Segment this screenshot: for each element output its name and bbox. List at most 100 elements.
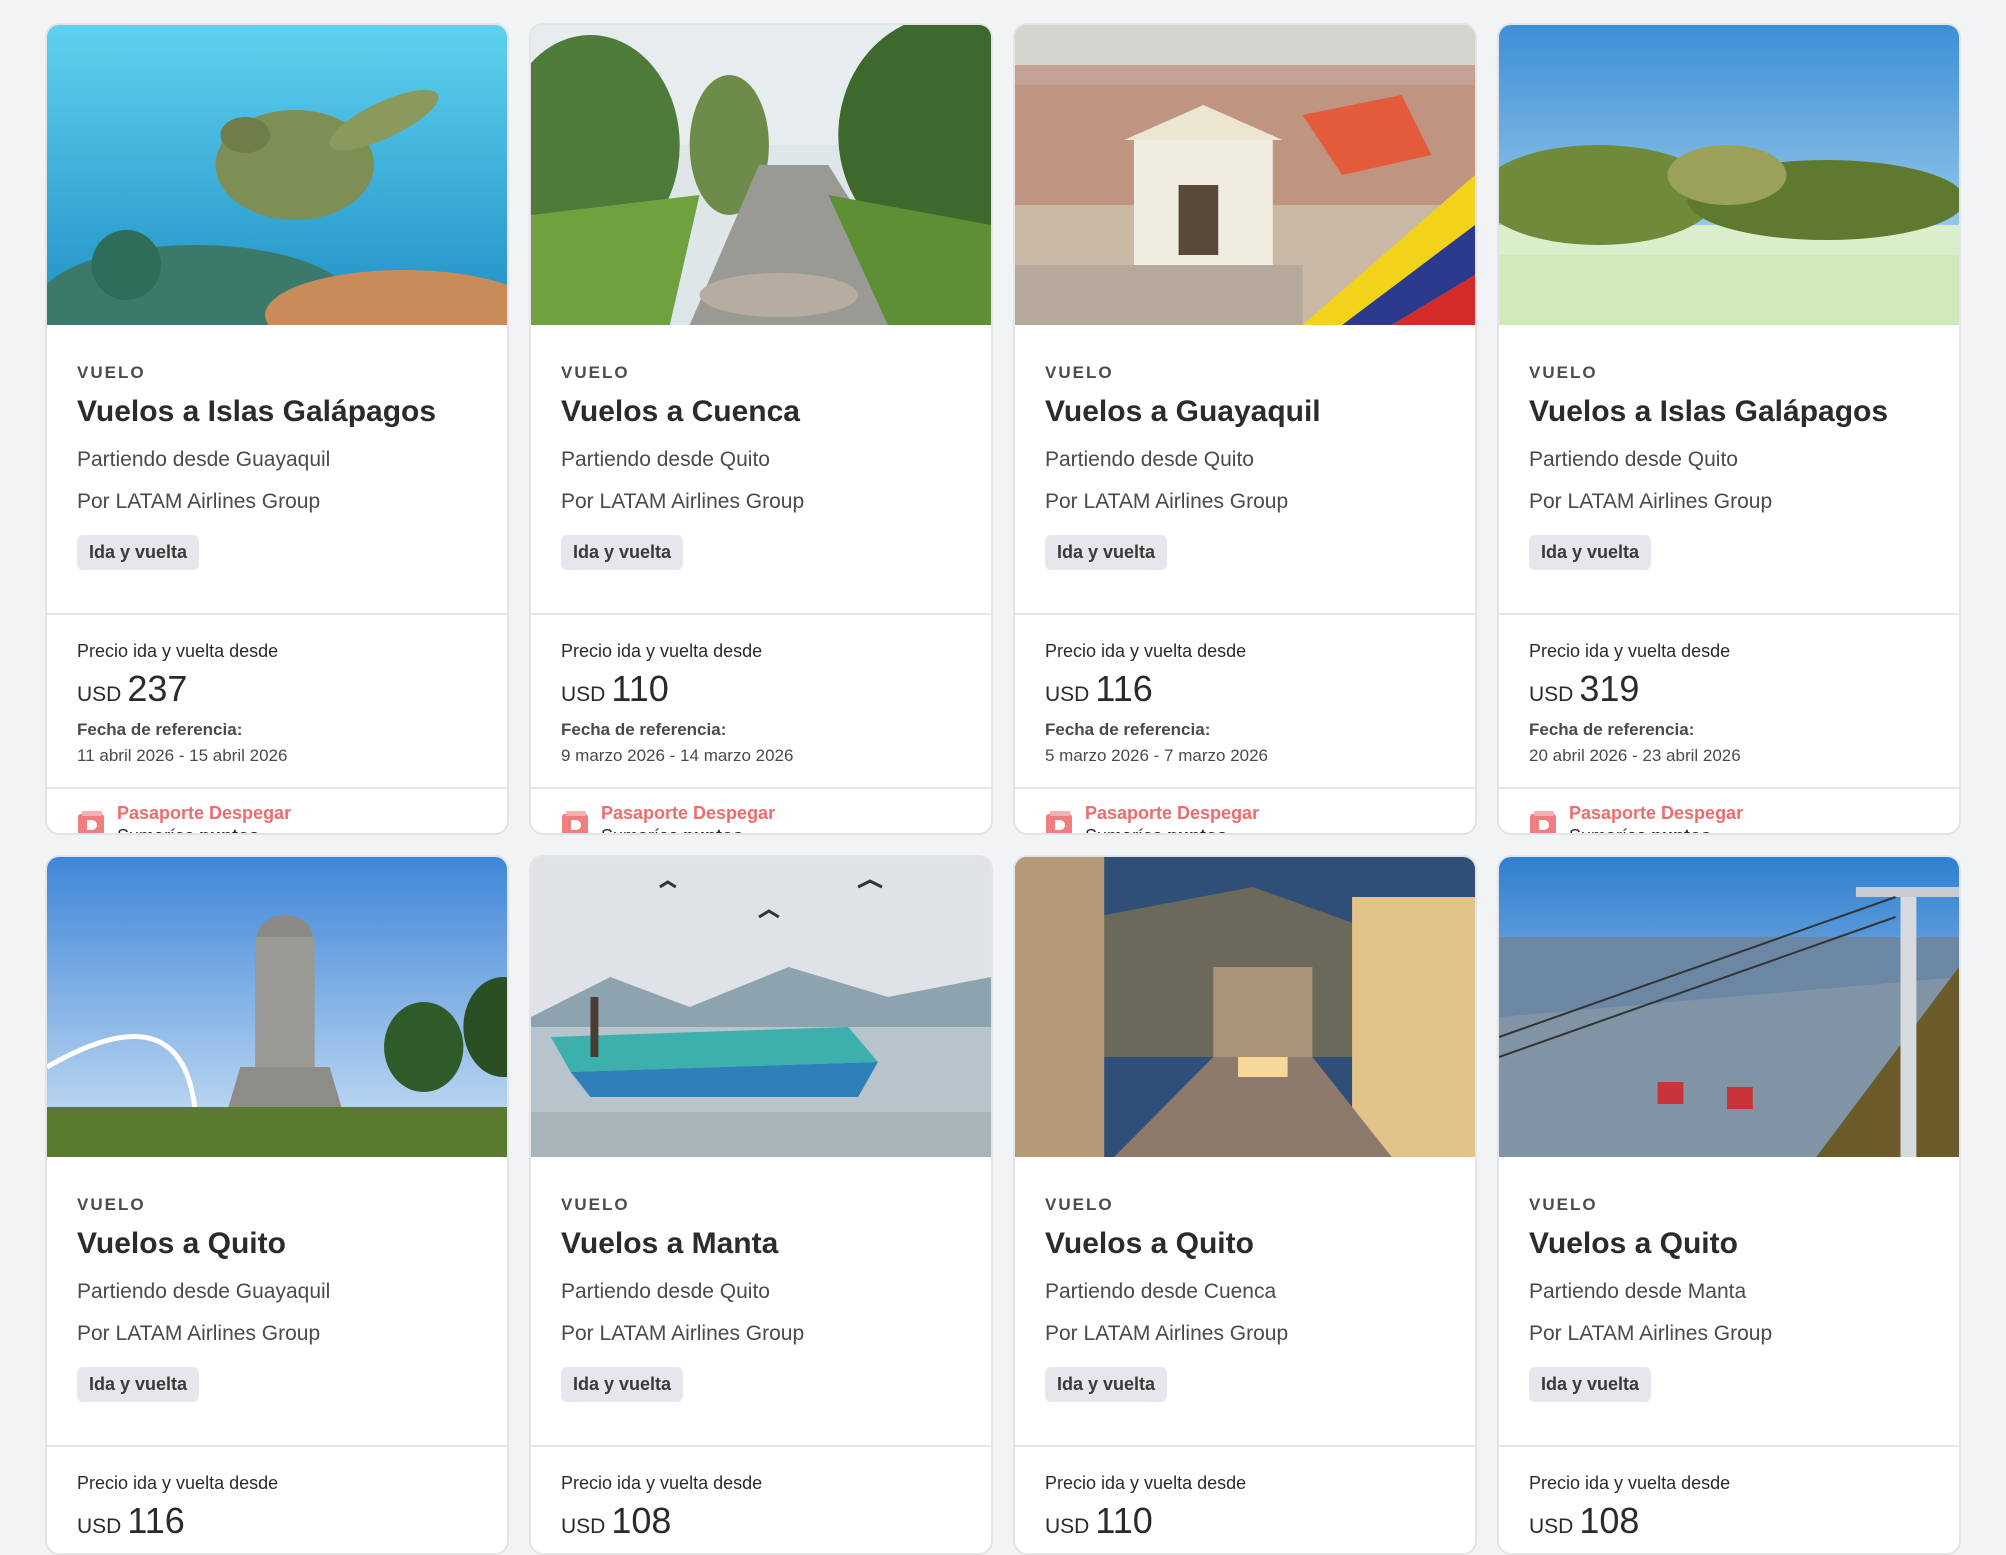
card-title[interactable]: Vuelos a Quito xyxy=(77,1225,477,1263)
trip-type-badge: Ida y vuelta xyxy=(561,1367,684,1402)
airline-text: Por LATAM Airlines Group xyxy=(1045,1322,1289,1345)
passport-title: Pasaporte Despegar xyxy=(117,803,292,823)
reference-dates: 20 abril 2026 - 23 abril 2026 xyxy=(1529,746,1741,765)
price-label: Precio ida y vuelta desde xyxy=(77,1473,279,1493)
trip-type-badge: Ida y vuelta xyxy=(1045,535,1168,570)
passport-points: Pasaporte Despegar Sumarías puntos xyxy=(47,789,507,833)
card-title[interactable]: Vuelos a Quito xyxy=(1529,1225,1929,1263)
price-value: 110 xyxy=(1095,1500,1153,1541)
reference-dates: 5 marzo 2026 - 7 marzo 2026 xyxy=(1045,746,1269,765)
flight-card[interactable]: VUELO Vuelos a Quito Partiendo desde Cue… xyxy=(1013,855,1477,1555)
passport-title: Pasaporte Despegar xyxy=(1085,803,1260,823)
passport-sub-bold: puntos xyxy=(1167,826,1227,833)
card-title[interactable]: Vuelos a Islas Galápagos xyxy=(77,393,477,431)
price-value: 108 xyxy=(611,1500,672,1541)
passport-sub: Sumarías xyxy=(1569,826,1646,833)
trip-type-badge: Ida y vuelta xyxy=(1529,535,1652,570)
passport-points: Pasaporte Despegar Sumarías puntos xyxy=(531,789,991,833)
origin-text: Partiendo desde Cuenca xyxy=(1045,1280,1277,1303)
flight-offers-grid: VUELO Vuelos a Islas Galápagos Partiendo… xyxy=(45,23,1961,1555)
price-value: 108 xyxy=(1579,1500,1640,1541)
destination-photo xyxy=(1015,25,1475,325)
flight-card[interactable]: VUELO Vuelos a Guayaquil Partiendo desde… xyxy=(1013,23,1477,835)
price-label: Precio ida y vuelta desde xyxy=(1529,1473,1731,1493)
origin-text: Partiendo desde Guayaquil xyxy=(77,1280,331,1303)
card-title[interactable]: Vuelos a Islas Galápagos xyxy=(1529,393,1929,431)
reference-dates: 11 abril 2026 - 15 abril 2026 xyxy=(77,746,288,765)
card-title[interactable]: Vuelos a Quito xyxy=(1045,1225,1445,1263)
price-label: Precio ida y vuelta desde xyxy=(1045,1473,1247,1493)
airline-text: Por LATAM Airlines Group xyxy=(77,1322,321,1345)
origin-text: Partiendo desde Quito xyxy=(561,1280,770,1303)
reference-dates: 9 marzo 2026 - 14 marzo 2026 xyxy=(561,746,794,765)
trip-type-badge: Ida y vuelta xyxy=(77,535,200,570)
card-title[interactable]: Vuelos a Manta xyxy=(561,1225,961,1263)
reference-date-label: Fecha de referencia: xyxy=(1529,720,1695,739)
origin-text: Partiendo desde Quito xyxy=(561,448,770,471)
trip-type-badge: Ida y vuelta xyxy=(77,1367,200,1402)
card-title[interactable]: Vuelos a Cuenca xyxy=(561,393,961,431)
price-label: Precio ida y vuelta desde xyxy=(561,641,763,661)
flight-card[interactable]: VUELO Vuelos a Quito Partiendo desde Man… xyxy=(1497,855,1961,1555)
passport-sub-bold: puntos xyxy=(683,826,743,833)
product-type: VUELO xyxy=(561,363,630,382)
trip-type-badge: Ida y vuelta xyxy=(1529,1367,1652,1402)
price-value: 116 xyxy=(127,1500,185,1541)
destination-photo xyxy=(1015,857,1475,1157)
flight-card[interactable]: VUELO Vuelos a Manta Partiendo desde Qui… xyxy=(529,855,993,1555)
price-value: 319 xyxy=(1579,668,1640,709)
reference-date-label: Fecha de referencia: xyxy=(561,720,727,739)
currency: USD xyxy=(1045,1515,1090,1538)
flight-card[interactable]: VUELO Vuelos a Cuenca Partiendo desde Qu… xyxy=(529,23,993,835)
product-type: VUELO xyxy=(561,1195,630,1214)
product-type: VUELO xyxy=(1045,363,1114,382)
destination-photo xyxy=(47,857,507,1157)
currency: USD xyxy=(77,1515,122,1538)
price-label: Precio ida y vuelta desde xyxy=(1529,641,1731,661)
passport-icon xyxy=(1530,811,1556,833)
passport-icon xyxy=(78,811,104,833)
product-type: VUELO xyxy=(1045,1195,1114,1214)
flight-card[interactable]: VUELO Vuelos a Islas Galápagos Partiendo… xyxy=(45,23,509,835)
passport-title: Pasaporte Despegar xyxy=(1569,803,1744,823)
trip-type-badge: Ida y vuelta xyxy=(1045,1367,1168,1402)
destination-photo xyxy=(531,857,991,1157)
passport-sub: Sumarías xyxy=(1085,826,1162,833)
product-type: VUELO xyxy=(77,1195,146,1214)
airline-text: Por LATAM Airlines Group xyxy=(1529,1322,1773,1345)
airline-text: Por LATAM Airlines Group xyxy=(1045,490,1289,513)
origin-text: Partiendo desde Quito xyxy=(1529,448,1738,471)
passport-icon xyxy=(562,811,588,833)
flight-card[interactable]: VUELO Vuelos a Quito Partiendo desde Gua… xyxy=(45,855,509,1555)
passport-sub: Sumarías xyxy=(117,826,194,833)
currency: USD xyxy=(1529,683,1574,706)
origin-text: Partiendo desde Guayaquil xyxy=(77,448,331,471)
card-title[interactable]: Vuelos a Guayaquil xyxy=(1045,393,1445,431)
passport-icon xyxy=(1046,811,1072,833)
product-type: VUELO xyxy=(1529,1195,1598,1214)
passport-sub-bold: puntos xyxy=(1651,826,1711,833)
currency: USD xyxy=(561,1515,606,1538)
price-label: Precio ida y vuelta desde xyxy=(1045,641,1247,661)
passport-title: Pasaporte Despegar xyxy=(601,803,776,823)
price-label: Precio ida y vuelta desde xyxy=(77,641,279,661)
currency: USD xyxy=(1529,1515,1574,1538)
airline-text: Por LATAM Airlines Group xyxy=(1529,490,1773,513)
price-label: Precio ida y vuelta desde xyxy=(561,1473,763,1493)
product-type: VUELO xyxy=(77,363,146,382)
trip-type-badge: Ida y vuelta xyxy=(561,535,684,570)
passport-points: Pasaporte Despegar Sumarías puntos xyxy=(1015,789,1475,833)
currency: USD xyxy=(1045,683,1090,706)
destination-photo xyxy=(1499,25,1959,325)
price-value: 110 xyxy=(611,668,669,709)
origin-text: Partiendo desde Manta xyxy=(1529,1280,1747,1303)
reference-date-label: Fecha de referencia: xyxy=(1045,720,1211,739)
destination-photo xyxy=(47,25,507,325)
flight-card[interactable]: VUELO Vuelos a Islas Galápagos Partiendo… xyxy=(1497,23,1961,835)
airline-text: Por LATAM Airlines Group xyxy=(561,1322,805,1345)
airline-text: Por LATAM Airlines Group xyxy=(77,490,321,513)
destination-photo xyxy=(1499,857,1959,1157)
currency: USD xyxy=(77,683,122,706)
airline-text: Por LATAM Airlines Group xyxy=(561,490,805,513)
reference-date-label: Fecha de referencia: xyxy=(77,720,243,739)
